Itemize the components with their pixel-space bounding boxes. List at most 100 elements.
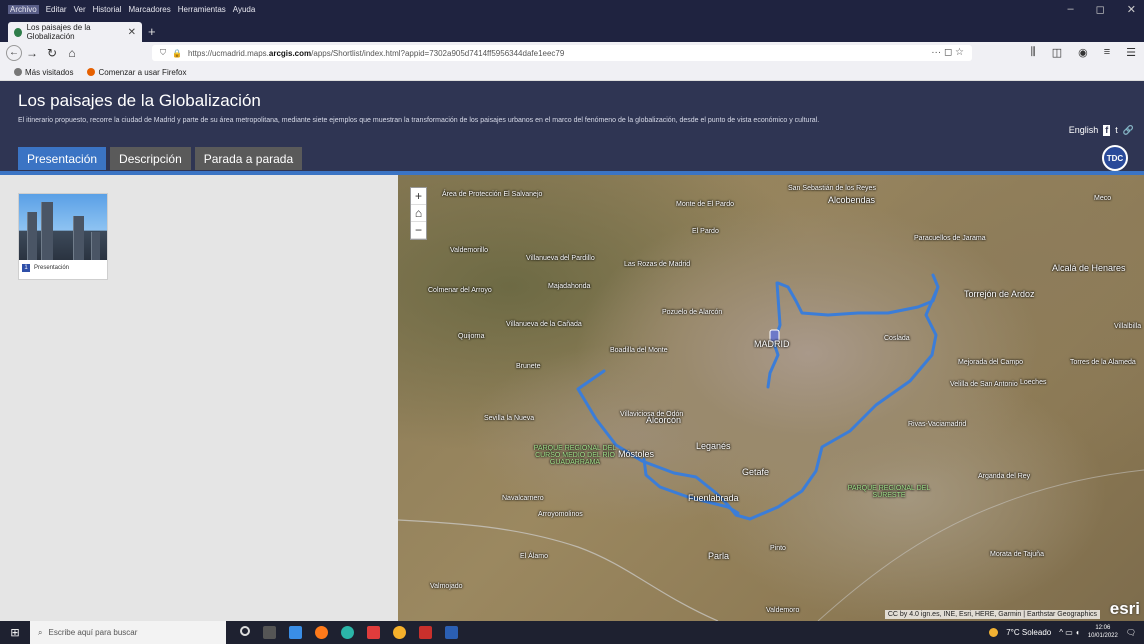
place-label: Quijorna — [458, 333, 485, 340]
app-header: Los paisajes de la Globalización El itin… — [0, 81, 1144, 172]
url-text: https://ucmadrid.maps.arcgis.com/apps/Sh… — [187, 48, 565, 58]
link-icon[interactable]: 🔗 — [1123, 125, 1134, 136]
bookmarks-bar: Más visitados Comenzar a usar Firefox — [0, 64, 1144, 81]
firefox-icon[interactable] — [315, 626, 328, 639]
place-label: El Pardo — [692, 228, 719, 235]
place-label: Torres de la Alameda — [1070, 359, 1136, 366]
close-tab-icon[interactable]: ✕ — [128, 27, 136, 38]
place-label: Boadilla del Monte — [610, 347, 668, 354]
card-title: Presentación — [34, 265, 70, 271]
menu-ayuda[interactable]: Ayuda — [233, 5, 256, 14]
menu-ver[interactable]: Ver — [74, 5, 86, 14]
app-icon[interactable] — [367, 626, 380, 639]
edge-icon[interactable] — [341, 626, 354, 639]
twitter-icon[interactable]: t — [1115, 125, 1118, 136]
bookmark-comenzar-firefox[interactable]: Comenzar a usar Firefox — [87, 67, 187, 77]
place-label: Sevilla la Nueva — [484, 415, 535, 422]
place-label: MADRID — [754, 339, 790, 349]
menu-editar[interactable]: Editar — [46, 5, 67, 14]
place-label: Pinto — [770, 545, 786, 552]
zoom-in-button[interactable]: + — [411, 188, 426, 205]
account-icon[interactable]: ◉ — [1078, 46, 1088, 59]
place-label: Mejorada del Campo — [958, 359, 1023, 366]
place-label: Torrejón de Ardoz — [964, 289, 1035, 299]
place-label: Valdemorillo — [450, 247, 488, 254]
language-link[interactable]: English — [1069, 125, 1099, 136]
route-line — [576, 273, 940, 521]
lock-icon: 🔒 — [172, 48, 182, 58]
road-line — [398, 519, 719, 621]
url-bar[interactable]: ⛉ 🔒 https://ucmadrid.maps.arcgis.com/app… — [152, 45, 972, 61]
place-label: Área de Protección El Salvanejo — [442, 191, 543, 198]
new-tab-button[interactable]: + — [148, 24, 156, 39]
clock[interactable]: 12:06 10/01/2022 — [1088, 624, 1118, 640]
forward-button[interactable]: → — [22, 46, 42, 60]
reload-button[interactable]: ↻ — [42, 46, 62, 60]
toolbar-icons: ⫼ ◫ ◉ ≡ ☰ — [1031, 46, 1136, 59]
home-extent-button[interactable]: ⌂ — [411, 205, 426, 222]
park-label: PARQUE REGIONAL DEL SURESTE — [847, 485, 931, 499]
menu-archivo[interactable]: Archivo — [8, 5, 39, 14]
place-label: Meco — [1094, 195, 1112, 202]
gear-icon — [14, 67, 22, 76]
satellite-map[interactable]: + ⌂ − San Sebastián de los Reyes Alcoben… — [398, 175, 1144, 621]
weather-text[interactable]: 7°C Soleado — [1006, 628, 1051, 637]
place-label: Loeches — [1020, 379, 1047, 386]
notifications-icon[interactable]: 🗨 — [1126, 628, 1136, 637]
tower-shape — [27, 212, 37, 260]
place-label: Paracuellos de Jarama — [914, 235, 986, 242]
tab-descripcion[interactable]: Descripción — [110, 147, 191, 170]
tab-parada-a-parada[interactable]: Parada a parada — [194, 147, 303, 170]
card-label-row: 1 Presentación — [19, 260, 107, 276]
tray-icons[interactable]: ^ ▭ ◖ — [1059, 628, 1080, 637]
facebook-icon[interactable]: f — [1103, 125, 1111, 136]
minimize-button[interactable]: – — [1068, 3, 1074, 16]
shortlist-sidebar: 1 Presentación — [0, 175, 398, 621]
menu-icon[interactable]: ☰ — [1126, 46, 1136, 59]
tdc-logo: TDC — [1102, 145, 1128, 171]
windows-start-icon[interactable]: ⊞ — [0, 626, 30, 639]
taskbar-search[interactable]: ⌕ Escribe aquí para buscar — [30, 621, 226, 644]
browser-tab-title: Los paisajes de la Globalización — [26, 23, 91, 41]
home-button[interactable]: ⌂ — [62, 46, 82, 60]
library-icon[interactable]: ⫼ — [1031, 46, 1036, 59]
chrome-icon[interactable] — [393, 626, 406, 639]
card-number: 1 — [22, 264, 30, 272]
navigation-bar: ← → ↻ ⌂ ⛉ 🔒 https://ucmadrid.maps.arcgis… — [0, 42, 1144, 64]
place-label: Arroyomolinos — [538, 511, 583, 518]
esri-logo: esri — [1109, 599, 1140, 618]
window-titlebar: Archivo Editar Ver Historial Marcadores … — [0, 0, 1144, 20]
maximize-button[interactable]: ◻ — [1096, 3, 1105, 16]
extensions-icon[interactable]: ≡ — [1104, 46, 1110, 59]
search-icon: ⌕ — [38, 627, 43, 637]
word-icon[interactable] — [445, 626, 458, 639]
pdf-icon[interactable] — [419, 626, 432, 639]
place-card[interactable]: 1 Presentación — [18, 193, 108, 280]
place-label: Monte de El Pardo — [676, 201, 734, 208]
menu-herramientas[interactable]: Herramientas — [178, 5, 226, 14]
place-label: Majadahonda — [548, 283, 591, 290]
zoom-out-button[interactable]: − — [411, 222, 426, 239]
menu-bar: Archivo Editar Ver Historial Marcadores … — [8, 5, 255, 14]
browser-tab[interactable]: Los paisajes de la Globalización ✕ — [8, 22, 142, 42]
sidebar-icon[interactable]: ◫ — [1052, 46, 1062, 59]
system-tray: 7°C Soleado ^ ▭ ◖ 12:06 10/01/2022 🗨 — [989, 624, 1136, 640]
task-view-icon[interactable] — [263, 626, 276, 639]
menu-marcadores[interactable]: Marcadores — [129, 5, 171, 14]
tab-presentacion[interactable]: Presentación — [18, 147, 107, 170]
clock-time: 12:06 — [1095, 625, 1111, 631]
menu-historial[interactable]: Historial — [93, 5, 122, 14]
weather-icon — [989, 627, 999, 637]
bookmark-mas-visitados[interactable]: Más visitados — [14, 67, 73, 77]
zoom-controls: + ⌂ − — [410, 187, 427, 240]
place-label: Pozuelo de Alarcón — [662, 309, 723, 316]
file-explorer-icon[interactable] — [289, 626, 302, 639]
page-subtitle: El itinerario propuesto, recorre la ciud… — [18, 117, 820, 124]
page-actions[interactable]: ··· ◻ ☆ — [931, 47, 964, 58]
cortana-icon[interactable] — [240, 626, 250, 636]
park-label: PARQUE REGIONAL DEL CURSO MEDIO DEL RÍO … — [533, 445, 617, 466]
place-label: San Sebastián de los Reyes — [788, 185, 876, 192]
back-button[interactable]: ← — [6, 45, 22, 61]
close-window-button[interactable]: ✕ — [1127, 3, 1136, 16]
tower-shape — [73, 216, 84, 260]
